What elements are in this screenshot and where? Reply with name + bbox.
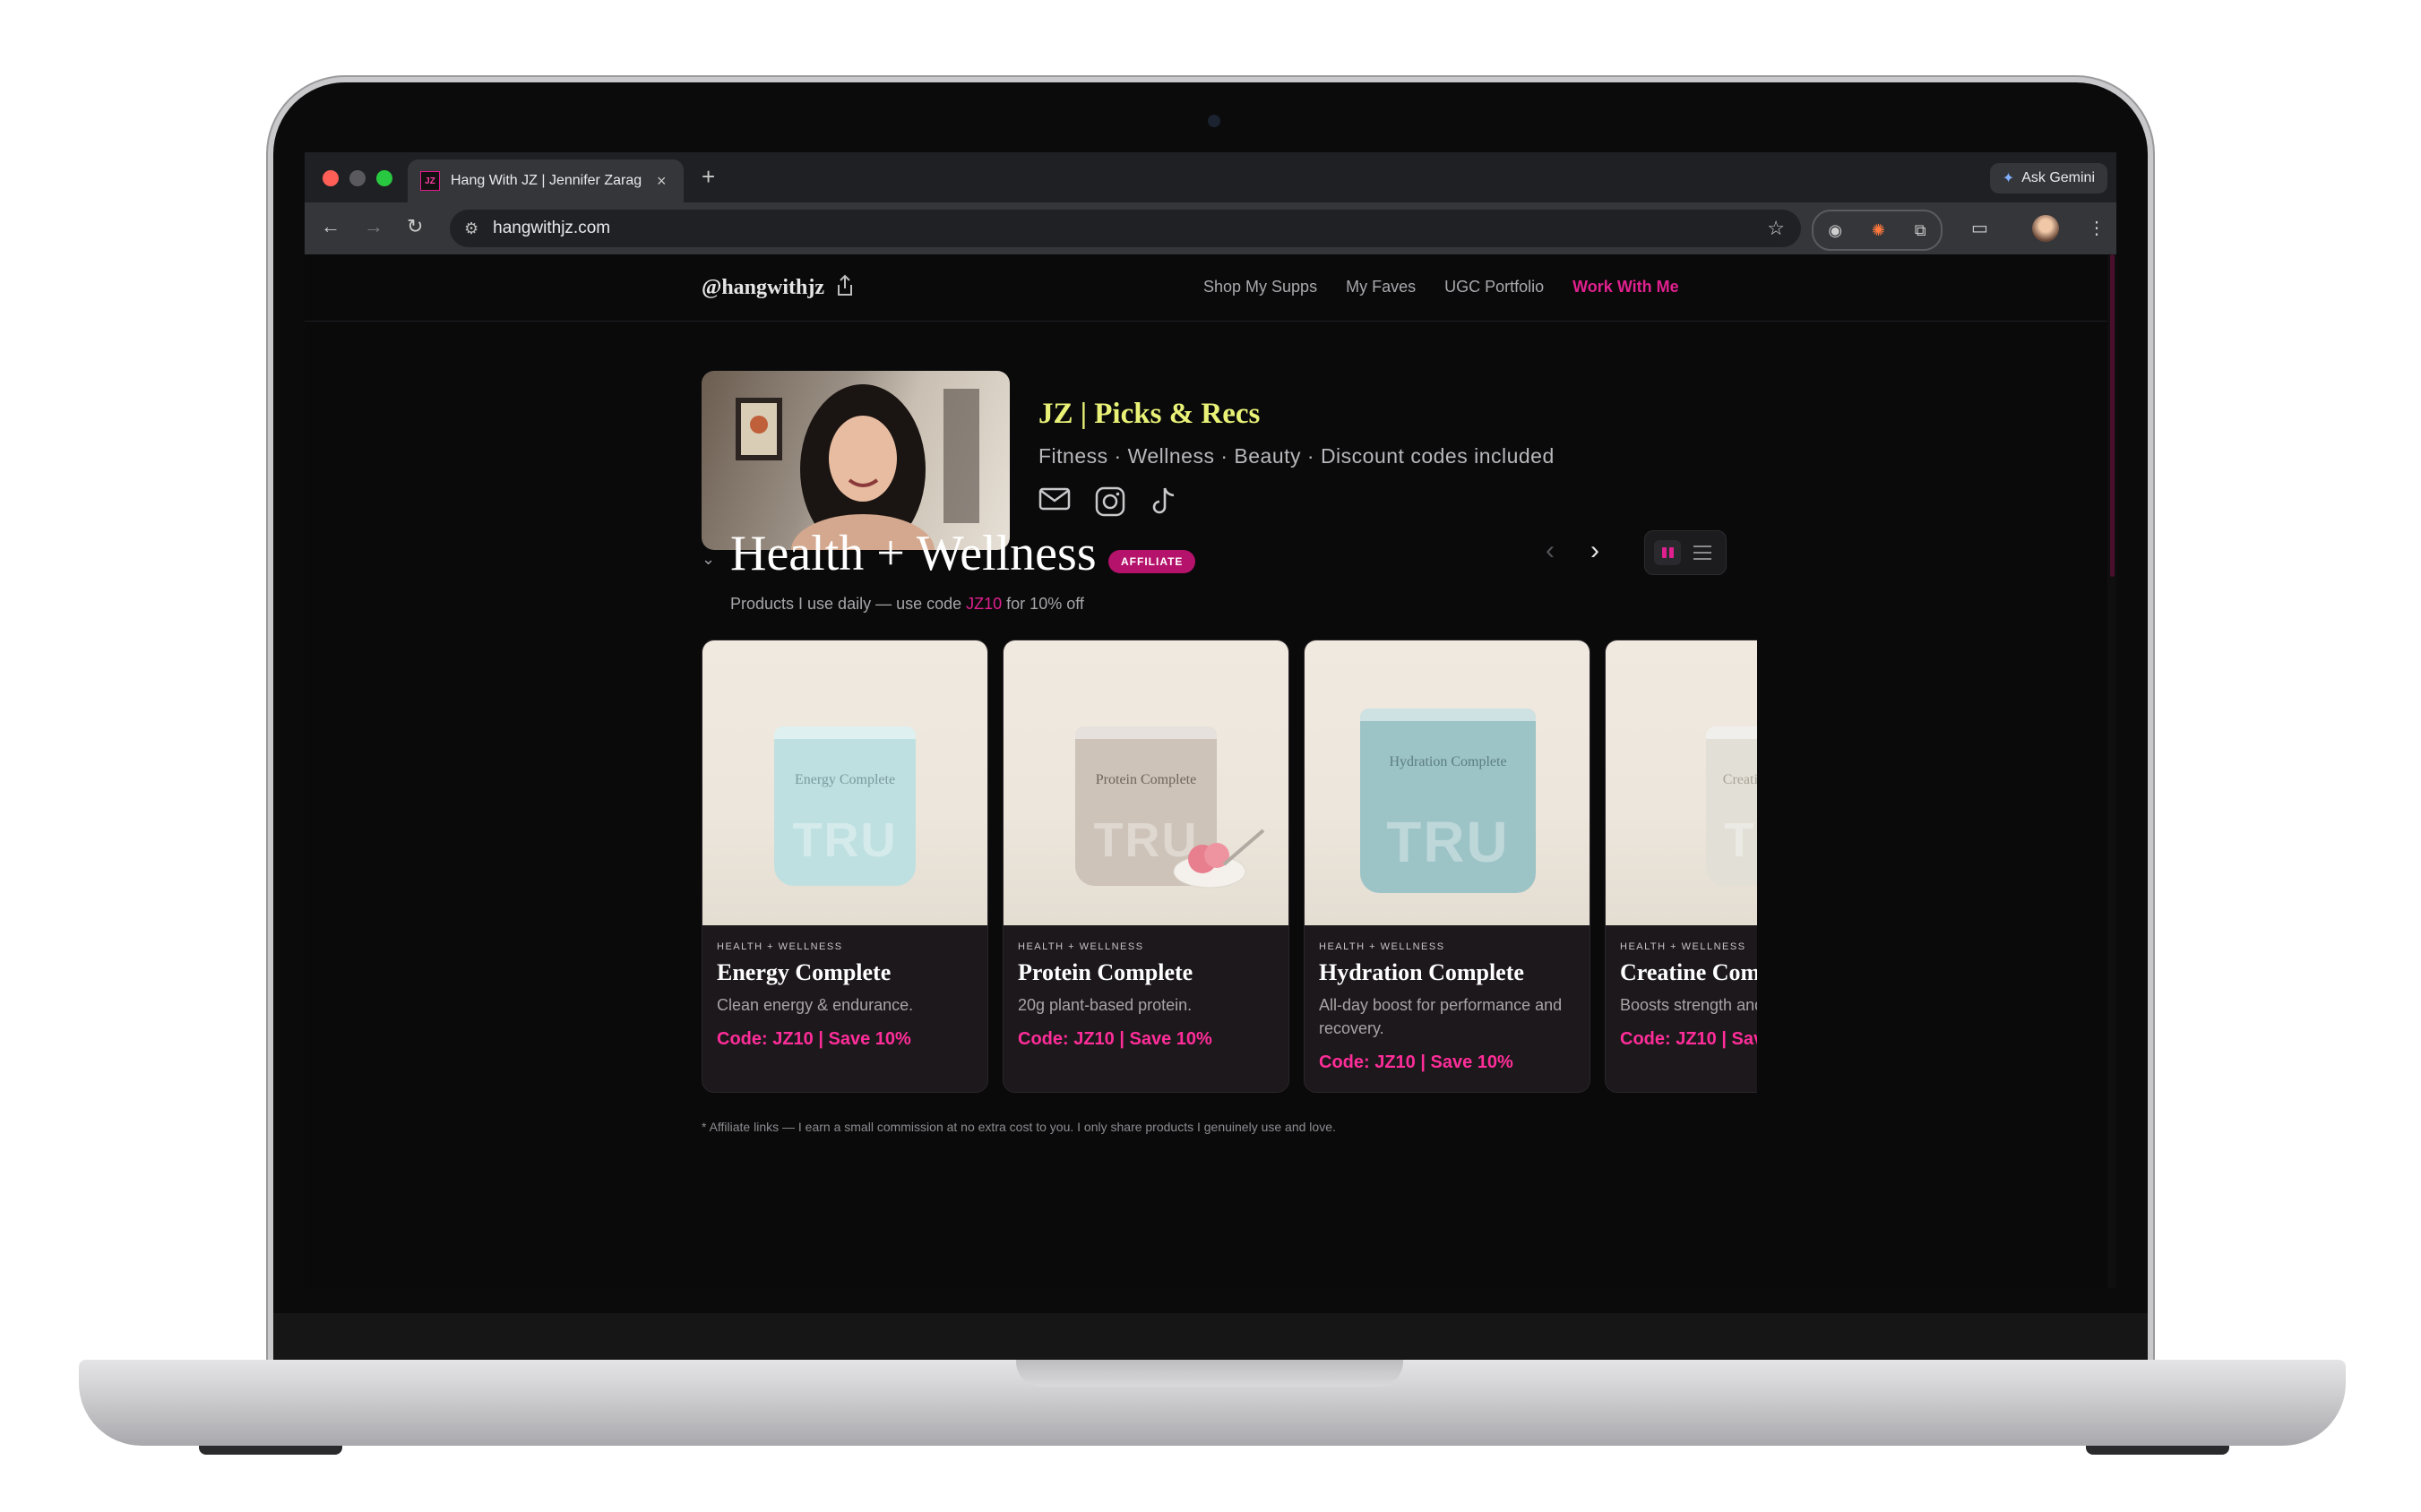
product-image: Creatine Complete TRU [1606,640,1757,925]
pouch-label: Creatine Complete [1722,772,1757,787]
extensions-puzzle-icon[interactable]: ⧉ [1915,221,1926,240]
product-card[interactable]: Hydration Complete TRU HEALTH + WELLNESS… [1304,640,1590,1093]
product-description: All-day boost for performance and recove… [1319,996,1563,1037]
laptop-screen: JZ Hang With JZ | Jennifer Zarag × + ✦ A… [305,152,2116,1288]
tab-search-icon[interactable]: ▭ [1971,217,1988,239]
carousel-next-button[interactable]: › [1590,536,1599,566]
back-arrow-icon[interactable]: ← [321,215,340,238]
ask-gemini-button[interactable]: ✦ Ask Gemini [1989,163,2107,193]
product-name: Creatine Complete [1620,959,1757,985]
chevron-down-icon[interactable]: ⌄ [702,550,715,569]
product-code: Code: JZ10 | Save 10% [1319,1052,1513,1072]
pouch-label: Protein Complete [1095,772,1197,787]
product-category: HEALTH + WELLNESS [717,941,843,952]
window-close-button[interactable] [323,170,339,186]
nav-shop-my-supps[interactable]: Shop My Supps [1203,278,1317,296]
site-settings-icon[interactable]: ⚙ [464,219,478,238]
window-minimize-button[interactable] [349,170,366,186]
laptop-foot-left [199,1446,342,1455]
profile-avatar[interactable] [2032,215,2059,242]
product-category: HEALTH + WELLNESS [1620,941,1746,952]
list-view-icon[interactable] [1693,546,1711,564]
reload-icon[interactable]: ↻ [407,215,423,238]
extensions-group: ◉ ✺ ⧉ [1812,210,1943,251]
url-text: hangwithjz.com [493,219,611,237]
share-icon[interactable] [835,274,855,297]
instagram-icon[interactable] [1094,485,1126,518]
social-links [1038,485,1178,518]
nav-my-faves[interactable]: My Faves [1346,278,1416,296]
browser-menu-icon[interactable]: ⋮ [2088,217,2106,239]
laptop-foot-right [2086,1446,2229,1455]
grid-view-icon[interactable] [1654,540,1681,565]
webcam [1208,115,1220,127]
forward-arrow-icon[interactable]: → [364,215,383,238]
product-name: Energy Complete [717,959,892,985]
bookmark-star-icon[interactable]: ☆ [1767,217,1785,240]
window-maximize-button[interactable] [376,170,392,186]
product-category: HEALTH + WELLNESS [1319,941,1445,952]
scrollbar[interactable] [2107,254,2116,1288]
browser-tab[interactable]: JZ Hang With JZ | Jennifer Zarag × [408,159,684,202]
ask-gemini-label: Ask Gemini [2021,170,2095,185]
view-toggle [1644,530,1727,575]
discount-code: JZ10 [966,595,1003,613]
product-name: Protein Complete [1018,959,1193,985]
pouch-label: Hydration Complete [1389,754,1507,769]
hero-subtitle: Fitness · Wellness · Beauty · Discount c… [1038,444,1555,468]
carousel-prev-button[interactable]: ‹ [1546,536,1555,566]
web-page: @hangwithjz Shop My Supps My Faves UGC P… [305,254,2116,1288]
tiktok-icon[interactable] [1150,485,1178,518]
pouch-label: Energy Complete [794,772,896,787]
section-subtitle-pre: Products I use daily — use code [730,595,967,613]
nav-ugc-portfolio[interactable]: UGC Portfolio [1444,278,1544,296]
browser-tab-strip: JZ Hang With JZ | Jennifer Zarag × + ✦ A… [305,152,2116,202]
claude-extension-icon[interactable]: ✺ [1872,221,1885,240]
product-carousel: Energy Complete TRU HEALTH + WELLNESS En… [702,640,1757,1096]
email-icon[interactable] [1038,485,1071,512]
new-tab-button[interactable]: + [702,163,715,191]
product-image: Energy Complete TRU [702,640,987,925]
product-code: Code: JZ10 | Save 10% [717,1029,911,1049]
product-pouch: Energy Complete TRU [774,726,916,886]
site-handle[interactable]: @hangwithjz [702,276,824,300]
product-code: Code: JZ10 | Save 10% [1018,1029,1212,1049]
product-image: Protein Complete TRU [1004,640,1288,925]
camera-extension-icon[interactable]: ◉ [1828,221,1842,240]
product-card[interactable]: Energy Complete TRU HEALTH + WELLNESS En… [702,640,988,1093]
affiliate-badge: AFFILIATE [1108,550,1196,573]
nav-work-with-me[interactable]: Work With Me [1572,278,1679,296]
section-title: Health + Wellness [730,526,1097,581]
tab-close-icon[interactable]: × [657,172,667,191]
section-subtitle: Products I use daily — use code JZ10 for… [730,595,1084,614]
browser-toolbar: ← → ↻ ⚙ hangwithjz.com ☆ ◉ ✺ ⧉ ▭ ⋮ [305,202,2116,254]
product-image: Hydration Complete TRU [1305,640,1590,925]
product-category: HEALTH + WELLNESS [1018,941,1144,952]
section-subtitle-post: for 10% off [1002,595,1084,613]
product-pouch: Creatine Complete TRU [1706,726,1757,886]
favicon-icon: JZ [420,171,440,191]
site-nav-links: Shop My Supps My Faves UGC Portfolio Wor… [1203,278,1679,296]
tab-title: Hang With JZ | Jennifer Zarag [451,173,642,188]
product-description: 20g plant-based protein. [1018,996,1193,1014]
address-bar[interactable]: ⚙ hangwithjz.com ☆ [450,210,1801,247]
product-pouch: Hydration Complete TRU [1360,709,1536,893]
profile-photo [702,371,1010,550]
hero-title: JZ | Picks & Recs [1038,398,1261,430]
site-header: @hangwithjz Shop My Supps My Faves UGC P… [305,254,2107,322]
product-description: Boosts strength and power. [1620,996,1757,1014]
product-card[interactable]: Creatine Complete TRU HEALTH + WELLNESS … [1605,640,1757,1093]
scrollbar-thumb[interactable] [2110,254,2115,577]
product-card[interactable]: Protein Complete TRU HEALTH + WELLNESS P… [1003,640,1289,1093]
product-code: Code: JZ10 | Save 10% [1620,1029,1757,1049]
product-name: Hydration Complete [1319,959,1524,985]
section-header: ⌄ Health + Wellness AFFILIATE Products I… [702,525,1755,623]
gemini-sparkle-icon: ✦ [2002,171,2015,186]
smoothie-bowl-image [1173,829,1265,889]
laptop-notch [1016,1360,1403,1387]
product-description: Clean energy & endurance. [717,996,914,1014]
affiliate-disclaimer: * Affiliate links — I earn a small commi… [702,1120,1336,1134]
